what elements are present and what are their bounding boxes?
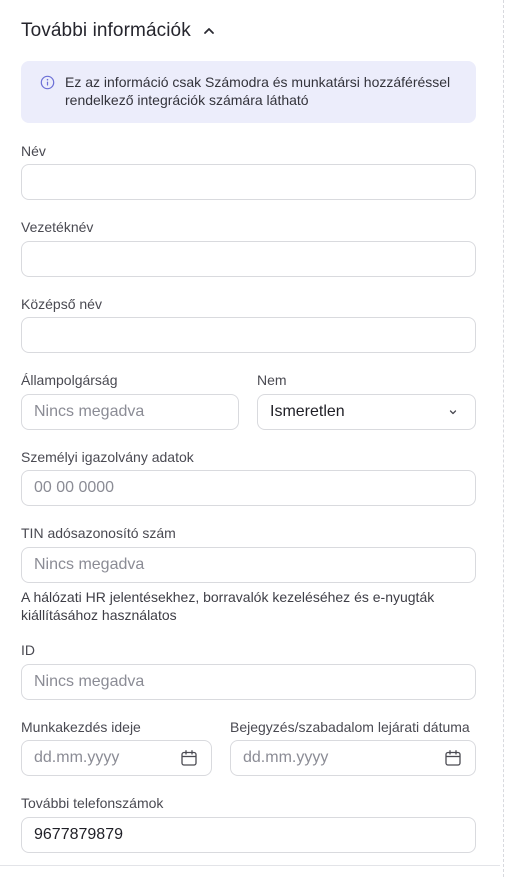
kozepso-nev-label: Középső név bbox=[21, 296, 102, 312]
section-title: További információk bbox=[21, 20, 191, 41]
nev-input[interactable] bbox=[21, 164, 476, 200]
calendar-icon[interactable] bbox=[179, 748, 199, 768]
kozepso-nev-input[interactable] bbox=[21, 317, 476, 353]
tin-input[interactable]: Nincs megadva bbox=[21, 547, 476, 583]
id-placeholder: Nincs megadva bbox=[34, 673, 145, 690]
calendar-icon[interactable] bbox=[443, 748, 463, 768]
additional-info-panel: További információk Ez az információ csa… bbox=[0, 0, 500, 877]
bejegyzes-placeholder: dd.mm.yyyy bbox=[243, 749, 329, 766]
telefon-value: 9677879879 bbox=[34, 826, 123, 843]
telefon-label: További telefonszámok bbox=[21, 795, 164, 811]
nem-value: Ismeretlen bbox=[270, 403, 345, 420]
column-divider bbox=[503, 0, 504, 877]
section-divider bbox=[0, 865, 500, 866]
vezeteknev-label: Vezetéknév bbox=[21, 219, 94, 235]
info-text: Ez az információ csak Számodra és munkat… bbox=[65, 74, 451, 108]
nem-label: Nem bbox=[257, 372, 287, 388]
info-notice: Ez az információ csak Számodra és munkat… bbox=[21, 61, 476, 123]
tin-helper-text: A hálózati HR jelentésekhez, borravalók … bbox=[21, 589, 435, 623]
munkakezdes-label: Munkakezdés ideje bbox=[21, 719, 141, 735]
chevron-up-icon bbox=[203, 28, 214, 34]
bejegyzes-date-input[interactable]: dd.mm.yyyy bbox=[230, 740, 476, 776]
allampolgarsag-placeholder: Nincs megadva bbox=[34, 403, 145, 420]
nev-label: Név bbox=[21, 143, 46, 159]
nem-select[interactable]: Ismeretlen bbox=[257, 394, 476, 430]
szemelyi-placeholder: 00 00 0000 bbox=[34, 479, 115, 496]
munkakezdes-date-input[interactable]: dd.mm.yyyy bbox=[21, 740, 212, 776]
szemelyi-input[interactable]: 00 00 0000 bbox=[21, 470, 476, 506]
allampolgarsag-label: Állampolgárság bbox=[21, 372, 118, 388]
id-label: ID bbox=[21, 642, 35, 658]
chevron-down-icon bbox=[443, 402, 463, 422]
tin-placeholder: Nincs megadva bbox=[34, 556, 145, 573]
szemelyi-label: Személyi igazolvány adatok bbox=[21, 449, 194, 465]
tin-label: TIN adósazonosító szám bbox=[21, 525, 176, 541]
id-input[interactable]: Nincs megadva bbox=[21, 664, 476, 700]
munkakezdes-placeholder: dd.mm.yyyy bbox=[34, 749, 120, 766]
vezeteknev-input[interactable] bbox=[21, 241, 476, 277]
section-toggle[interactable]: További információk bbox=[21, 18, 215, 44]
allampolgarsag-input[interactable]: Nincs megadva bbox=[21, 394, 239, 430]
telefon-input[interactable]: 9677879879 bbox=[21, 817, 476, 853]
bejegyzes-label: Bejegyzés/szabadalom lejárati dátuma bbox=[230, 719, 470, 735]
info-circle-icon bbox=[40, 75, 55, 90]
